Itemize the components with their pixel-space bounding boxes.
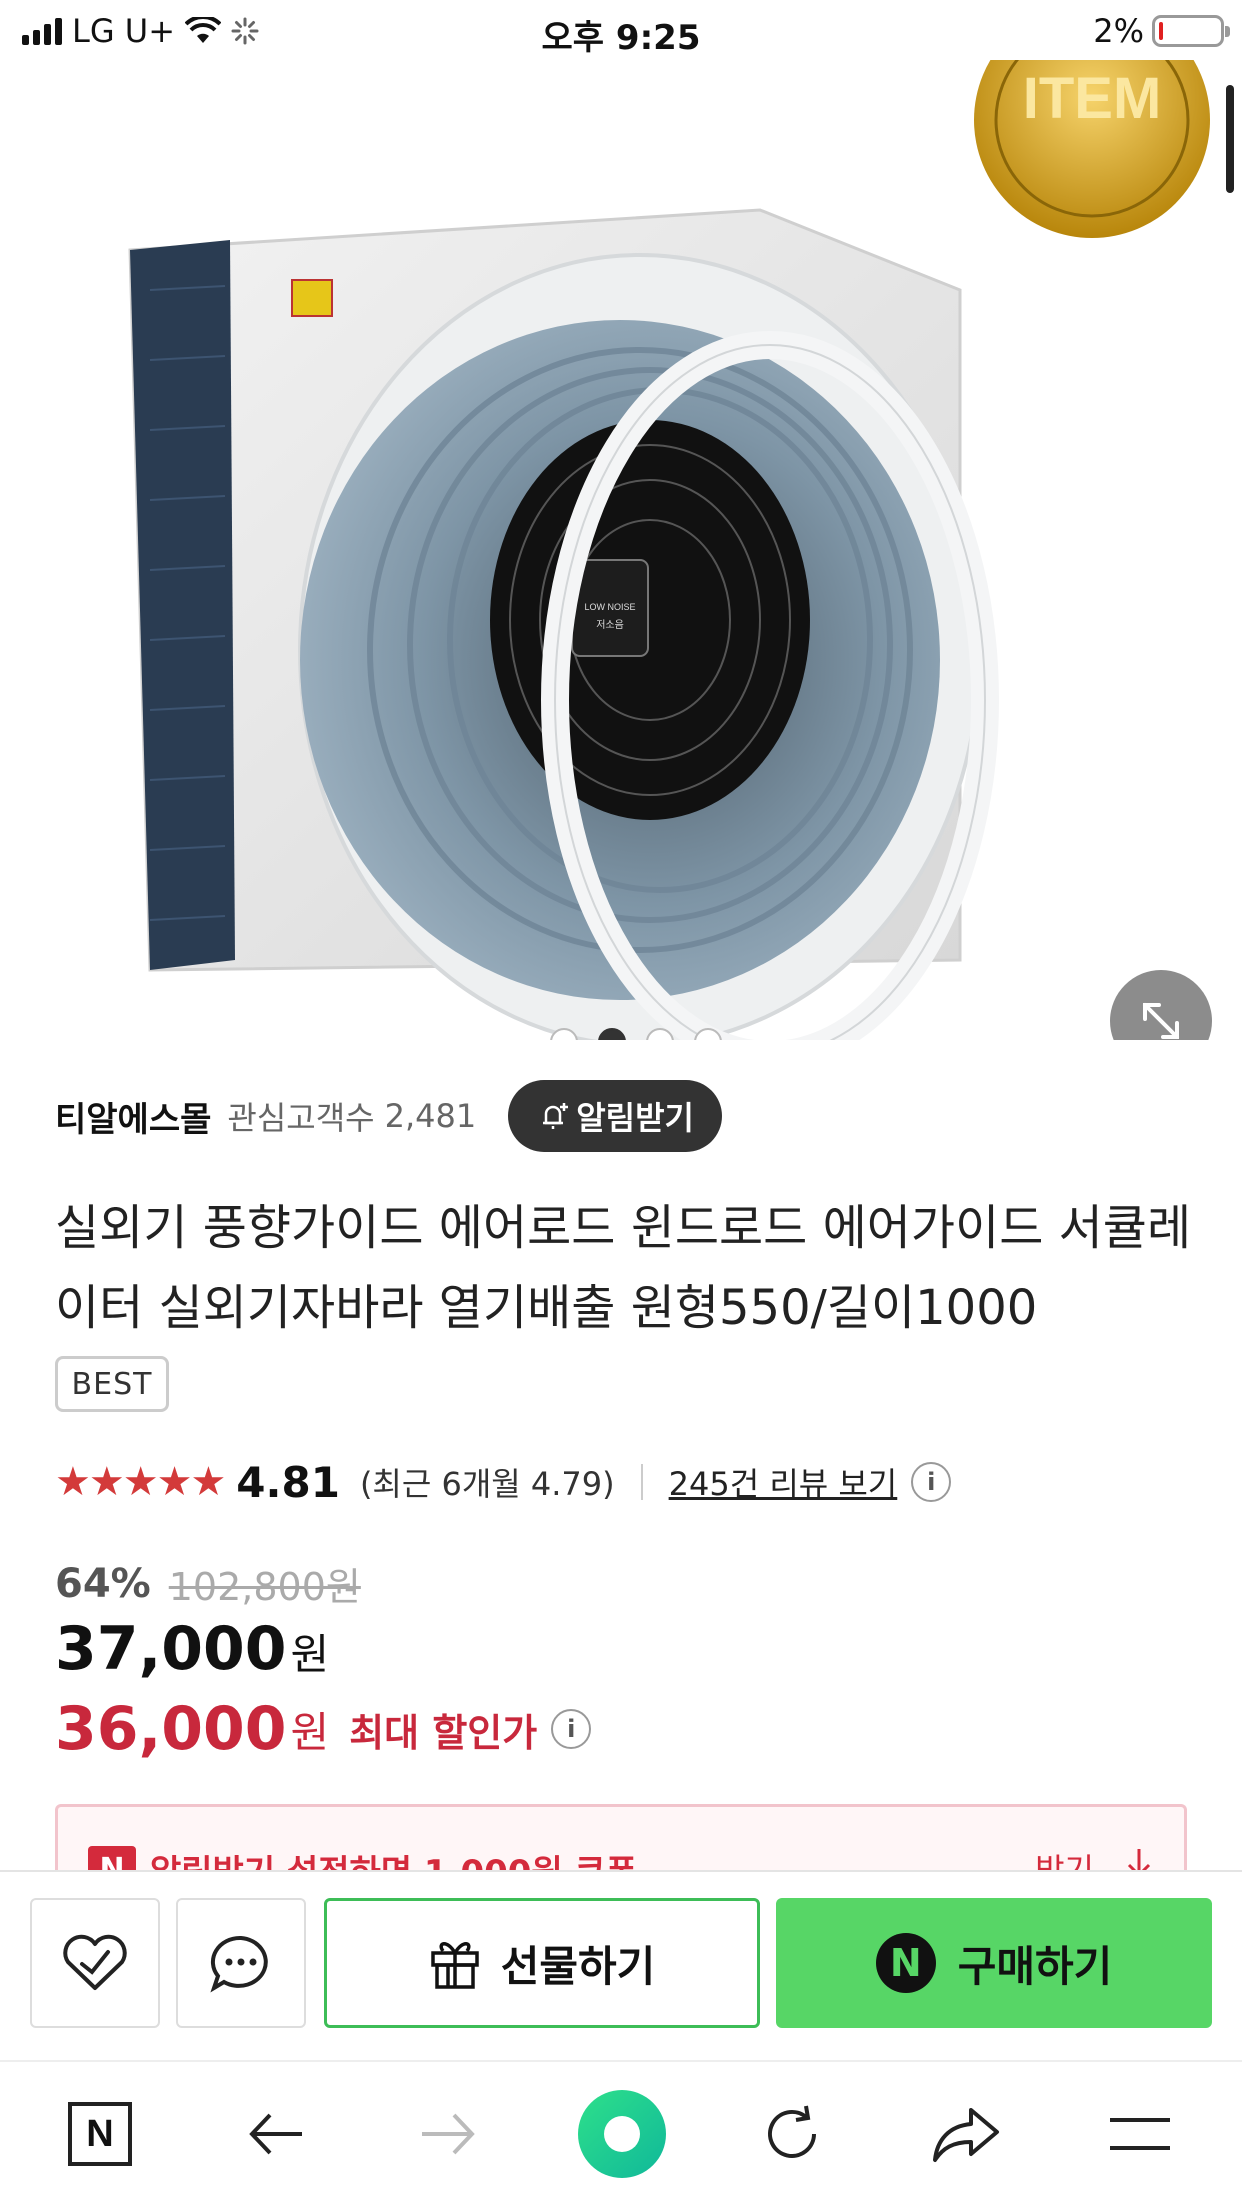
battery-percent: 2% <box>1093 12 1144 50</box>
naver-home-label: N <box>86 2112 114 2155</box>
carousel-dot-active[interactable] <box>598 1028 626 1040</box>
arrow-right-icon <box>422 2113 475 2155</box>
max-discount-price: 36,000 원 최대 할인가 i <box>55 1694 592 1764</box>
sale-price-value: 37,000 <box>55 1614 287 1684</box>
rating-row: ★★★★★ 4.81 (최근 6개월 4.79) 245건 리뷰 보기 i <box>55 1452 952 1512</box>
price-info-icon[interactable]: i <box>551 1709 592 1749</box>
item-badge: ITEM <box>974 60 1210 238</box>
arrow-left-icon <box>249 2113 302 2155</box>
divider <box>640 1464 643 1500</box>
carousel-dot[interactable] <box>646 1028 674 1040</box>
fan-label-low-noise: LOW NOISE <box>584 602 635 612</box>
item-badge-text: ITEM <box>1023 66 1162 131</box>
discount-percent: 64% <box>55 1560 151 1607</box>
rating-score: 4.81 <box>236 1457 340 1507</box>
gift-button[interactable]: 선물하기 <box>324 1898 760 2028</box>
product-title: 실외기 풍향가이드 에어로드 윈드로드 에어가이드 서큘레이터 실외기자바라 열… <box>55 1200 1192 1336</box>
scrollbar[interactable] <box>1226 85 1234 193</box>
max-discount-value: 36,000 <box>55 1694 287 1764</box>
discount-row: 64% 102,800원 <box>55 1556 361 1611</box>
gift-button-label: 선물하기 <box>500 1941 656 1991</box>
star-rating-icon: ★★★★★ <box>55 1459 226 1505</box>
carousel-dots <box>0 1028 1242 1040</box>
share-icon <box>933 2108 999 2162</box>
status-right: 2% <box>1093 12 1230 50</box>
seller-fans-label: 관심고객수 <box>227 1099 375 1137</box>
browser-toolbar: N <box>0 2060 1242 2208</box>
wishlist-button[interactable] <box>30 1898 160 2028</box>
green-dot-icon <box>578 2090 666 2178</box>
carousel-dot[interactable] <box>550 1028 578 1040</box>
sale-price-currency: 원 <box>290 1630 330 1679</box>
product-image: LOW NOISE 저소음 ITEM <box>128 60 1210 1040</box>
best-badge: BEST <box>55 1356 169 1412</box>
battery-icon <box>1152 15 1230 47</box>
green-dot-button[interactable] <box>574 2086 670 2182</box>
talk-button[interactable] <box>176 1898 306 2028</box>
gift-icon <box>430 1942 479 1989</box>
carousel-dot[interactable] <box>694 1028 722 1040</box>
refresh-button[interactable] <box>744 2086 840 2182</box>
max-discount-currency: 원 <box>290 1707 330 1757</box>
chat-bubble-icon <box>210 1935 268 1993</box>
refresh-icon <box>768 2105 816 2158</box>
seller-name[interactable]: 티알에스몰 <box>55 1092 211 1141</box>
forward-button[interactable] <box>400 2086 496 2182</box>
bell-plus-icon <box>543 1103 569 1129</box>
heart-check-icon <box>63 1934 127 1990</box>
fan-label-korean: 저소음 <box>596 619 624 631</box>
product-image-carousel[interactable]: LOW NOISE 저소음 ITEM <box>0 60 1242 1040</box>
menu-button[interactable] <box>1092 2086 1188 2182</box>
naver-home-icon: N <box>68 2102 132 2166</box>
buy-button[interactable]: N 구매하기 <box>776 1898 1212 2028</box>
naver-n-icon: N <box>875 1933 936 1993</box>
hamburger-menu-icon <box>1110 2118 1170 2150</box>
rating-recent: (최근 6개월 4.79) <box>359 1465 615 1503</box>
alarm-button-label: 알림받기 <box>576 1099 694 1137</box>
purchase-action-bar: 선물하기 N 구매하기 <box>0 1870 1242 2060</box>
share-button[interactable] <box>918 2086 1014 2182</box>
naver-home-button[interactable]: N <box>52 2086 148 2182</box>
sale-price: 37,000 원 <box>55 1614 329 1684</box>
buy-button-label: 구매하기 <box>957 1941 1113 1991</box>
expand-icon <box>1143 1003 1179 1039</box>
clock: 오후 9:25 <box>541 18 701 58</box>
original-price: 102,800원 <box>168 1565 361 1609</box>
reviews-link[interactable]: 245건 리뷰 보기 <box>669 1459 898 1505</box>
max-discount-label: 최대 할인가 <box>349 1710 538 1755</box>
status-bar: LG U+ 오후 9:25 2% <box>0 0 1242 60</box>
alarm-button[interactable]: 알림받기 <box>508 1080 722 1152</box>
seller-row: 티알에스몰 관심고객수 2,481 알림받기 <box>55 1080 722 1152</box>
seller-fans-count: 2,481 <box>384 1097 477 1135</box>
back-button[interactable] <box>228 2086 324 2182</box>
rating-info-icon[interactable]: i <box>911 1462 952 1502</box>
